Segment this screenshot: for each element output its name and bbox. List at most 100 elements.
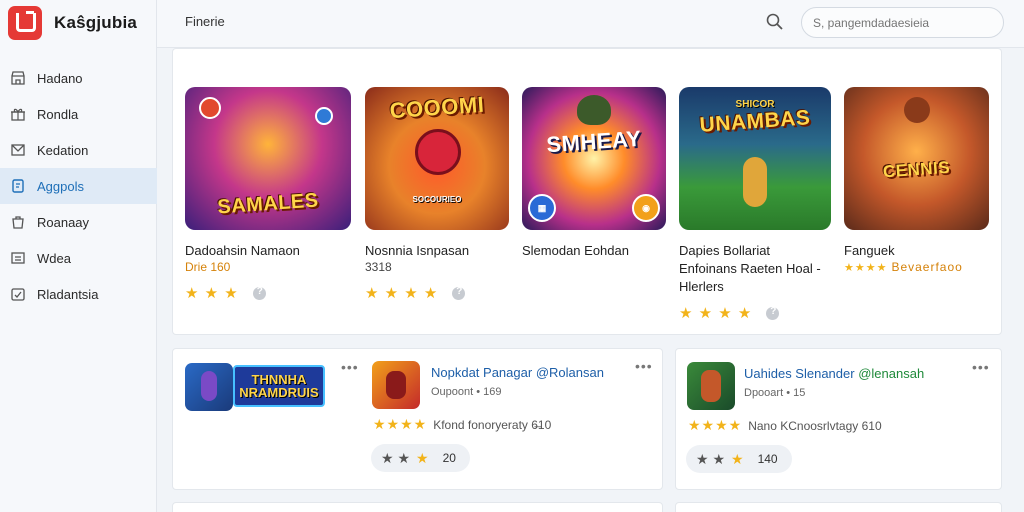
star-rating: ★ ★ ★ bbox=[185, 284, 351, 302]
check-icon bbox=[10, 286, 26, 302]
sidebar-item-5[interactable]: Wdea bbox=[0, 240, 157, 276]
app-rating: ★★★★ Nano KCnoosrlvtagy 610 bbox=[688, 417, 882, 434]
game-card-1[interactable]: COOOMI SOCOURIEO Nosnnia Isnpasan 3318 ★… bbox=[365, 87, 509, 302]
game-name: Dapies Bollariat Enfoinans Raeten Hoal -… bbox=[679, 243, 821, 294]
game-thumb-title: CENNIS bbox=[882, 157, 951, 182]
game-name: Nosnnia Isnpasan bbox=[365, 243, 470, 258]
game-name: Dadoahsin Namaon bbox=[185, 243, 300, 258]
header: Finerie bbox=[157, 0, 1024, 48]
apps-icon bbox=[10, 178, 26, 194]
star-icon: ★★★★ bbox=[844, 261, 888, 274]
star-icon: ★ ★ ★ ★ bbox=[679, 305, 753, 322]
sidebar-item-2[interactable]: Kedation bbox=[0, 132, 157, 168]
sidebar-item-1[interactable]: Rondla bbox=[0, 96, 157, 132]
sidebar-item-label: Roanaay bbox=[37, 214, 90, 230]
character-icon bbox=[701, 370, 721, 402]
game-thumb-title: SAMALES bbox=[216, 189, 320, 219]
game-thumbnail[interactable]: SAMALES bbox=[185, 87, 351, 230]
app-logo[interactable]: Kaŝgjubia bbox=[8, 6, 137, 40]
game-thumbnail[interactable]: SMHEAY ▦ ◉ bbox=[522, 87, 666, 230]
sidebar-item-0[interactable]: Hadano bbox=[0, 60, 157, 96]
game-thumbnail[interactable]: COOOMI SOCOURIEO bbox=[365, 87, 509, 230]
sidebar-item-label: Rladantsia bbox=[37, 286, 99, 302]
app-card-1[interactable]: Nopkdat Panagar @Rolansan Oupoont • 169 … bbox=[357, 348, 663, 490]
info-icon[interactable] bbox=[766, 306, 780, 320]
character-icon bbox=[415, 129, 461, 175]
app-subtitle: Dpooart • 15 bbox=[744, 387, 806, 399]
star-icon: ★ ★ bbox=[381, 449, 410, 466]
rating-pill[interactable]: ★ ★ ★ 140 bbox=[686, 445, 792, 473]
rating-pill-value: 20 bbox=[442, 451, 456, 465]
app-card-partial bbox=[675, 502, 1002, 512]
badge-icon: ▦ bbox=[528, 194, 556, 222]
star-rating: ★ ★ ★ ★ bbox=[679, 304, 831, 322]
rating-pill[interactable]: ★ ★ ★ 20 bbox=[371, 444, 470, 472]
sidebar-item-label: Hadano bbox=[37, 70, 83, 86]
star-rating: ★★★★ Bevaerfaoo bbox=[844, 260, 989, 274]
character-icon bbox=[904, 97, 930, 123]
game-thumb-title: UNAMBAS bbox=[698, 106, 812, 137]
search-input[interactable] bbox=[801, 7, 1004, 38]
app-thumbnail[interactable] bbox=[687, 362, 735, 410]
app-card-2[interactable]: Uahides Slenander @lenansah Dpooart • 15… bbox=[675, 348, 1002, 490]
info-icon[interactable] bbox=[252, 286, 266, 300]
game-subtitle: 3318 bbox=[365, 260, 392, 274]
star-icon: ★ ★ ★ ★ bbox=[365, 285, 439, 302]
ball-icon bbox=[315, 107, 333, 125]
game-thumb-subtitle: SOCOURIEO bbox=[412, 195, 462, 204]
game-card-0[interactable]: SAMALES Dadoahsin Namaon Drie 160 ★ ★ ★ bbox=[185, 87, 351, 302]
star-rating: ★ ★ ★ ★ bbox=[365, 284, 509, 302]
star-icon: ★★★★ bbox=[373, 416, 428, 432]
game-card-3[interactable]: SHICOR UNAMBAS Dapies Bollariat Enfoinan… bbox=[679, 87, 831, 322]
app-thumbnail[interactable] bbox=[185, 363, 233, 411]
character-icon bbox=[386, 371, 406, 399]
info-icon[interactable] bbox=[452, 286, 466, 300]
game-card-4[interactable]: CENNIS Fanguek ★★★★ Bevaerfaoo bbox=[844, 87, 989, 274]
star-icon: ★★★★ bbox=[688, 417, 743, 433]
sidebar-item-label: Aggpols bbox=[37, 178, 84, 194]
mail-icon bbox=[10, 142, 26, 158]
badge-icon: ◉ bbox=[632, 194, 660, 222]
character-icon bbox=[577, 95, 611, 125]
more-icon[interactable]: ••• bbox=[972, 359, 990, 375]
rating-text: Kfond fonoryeraty 6̶10 bbox=[433, 417, 552, 432]
app-thumbnail[interactable] bbox=[372, 361, 420, 409]
character-icon bbox=[201, 371, 217, 401]
app-title: Nopkdat Panagar @Rolansan bbox=[431, 365, 604, 380]
app-title-text: Uahides Slenander bbox=[744, 366, 855, 381]
app-title-tag: @lenansah bbox=[858, 366, 925, 381]
sidebar: Kaŝgjubia Hadano Rondla Kedation Aggpols… bbox=[0, 0, 157, 512]
sidebar-item-6[interactable]: Rladantsia bbox=[0, 276, 157, 312]
featured-games-panel: SAMALES Dadoahsin Namaon Drie 160 ★ ★ ★ … bbox=[172, 48, 1002, 335]
game-subtitle: Drie 160 bbox=[185, 260, 231, 274]
brand-logo-icon bbox=[8, 6, 42, 40]
gear-icon bbox=[199, 97, 221, 119]
sidebar-item-label: Rondla bbox=[37, 106, 79, 122]
store-icon bbox=[10, 70, 26, 86]
sidebar-item-label: Kedation bbox=[37, 142, 89, 158]
app-title-text: Nopkdat Panagar bbox=[431, 365, 533, 380]
gift-icon bbox=[10, 106, 26, 122]
star-icon: ★ bbox=[416, 449, 429, 466]
star-icon: ★ bbox=[731, 450, 744, 467]
more-icon[interactable]: ••• bbox=[635, 358, 653, 374]
sidebar-item-label: Wdea bbox=[37, 250, 71, 266]
app-name: Kaŝgjubia bbox=[54, 13, 138, 32]
sidebar-item-3[interactable]: Aggpols bbox=[0, 168, 157, 204]
app-card-partial bbox=[172, 502, 663, 512]
app-rating: ★★★★ Kfond fonoryeraty 6̶10 bbox=[373, 416, 551, 433]
game-subtitle: Bevaerfaoo bbox=[891, 260, 963, 274]
game-thumb-title: COOOMI bbox=[388, 91, 486, 124]
app-title: Uahides Slenander @lenansah bbox=[744, 366, 924, 381]
game-thumbnail[interactable]: SHICOR UNAMBAS bbox=[679, 87, 831, 230]
game-card-2[interactable]: SMHEAY ▦ ◉ Slemodan Eohdan bbox=[522, 87, 666, 260]
game-thumbnail[interactable]: CENNIS bbox=[844, 87, 989, 230]
game-name: Slemodan Eohdan bbox=[522, 243, 629, 258]
app-title-tag: @Rolansan bbox=[535, 365, 604, 380]
player-icon bbox=[743, 157, 767, 207]
search-icon[interactable] bbox=[765, 12, 785, 32]
sidebar-item-4[interactable]: Roanaay bbox=[0, 204, 157, 240]
sidebar-nav: Hadano Rondla Kedation Aggpols Roanaay W… bbox=[0, 60, 157, 312]
star-icon: ★ ★ ★ bbox=[185, 285, 239, 302]
app-subtitle: Oupoont • 169 bbox=[431, 386, 502, 398]
